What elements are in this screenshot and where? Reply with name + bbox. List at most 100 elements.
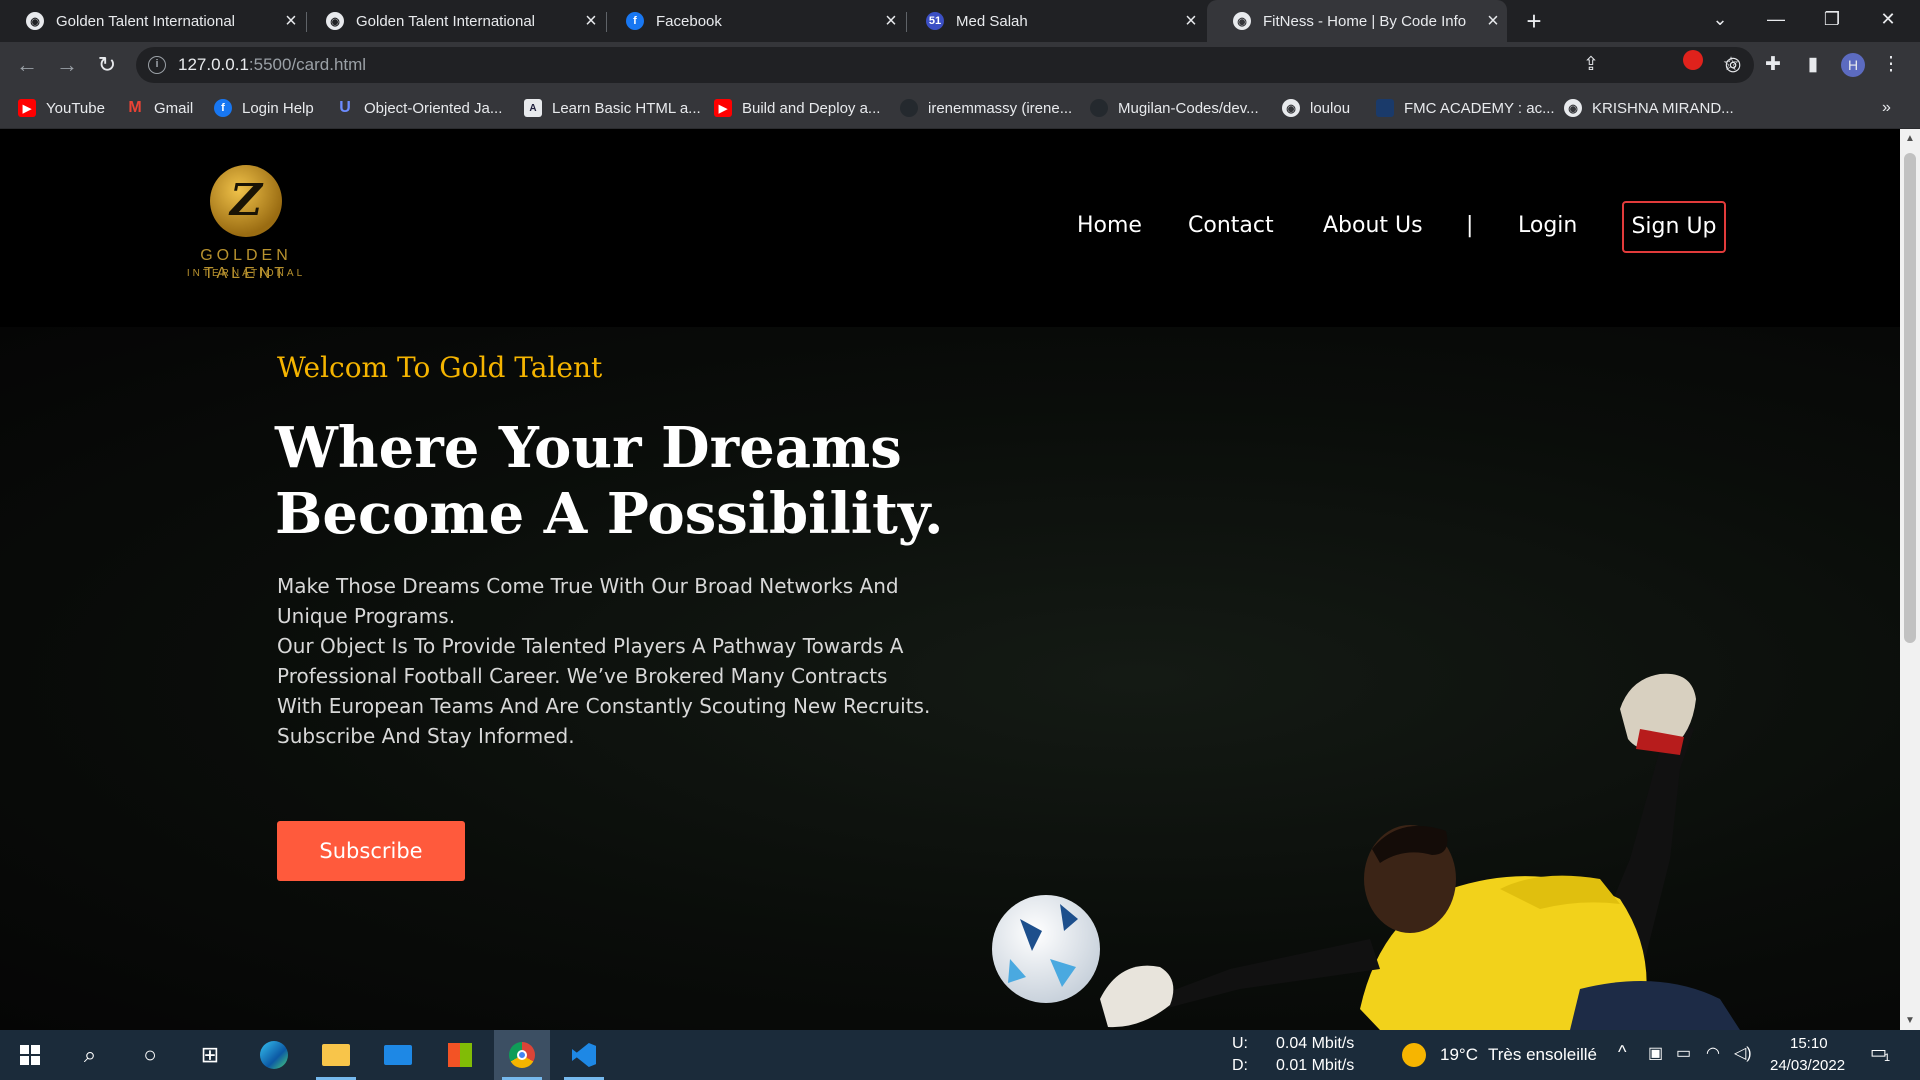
minimize-button[interactable]: — — [1748, 0, 1804, 38]
network-up-value: 0.04 Mbit/s — [1276, 1035, 1355, 1052]
scrollbar-thumb[interactable] — [1904, 153, 1916, 643]
headline-line-1: Where Your Dreams — [275, 415, 902, 481]
youtube-icon: ▶ — [18, 99, 36, 117]
nav-contact[interactable]: Contact — [1188, 213, 1274, 238]
bookmark-label: KRISHNA MIRAND... — [1592, 99, 1734, 117]
bookmark-item[interactable]: ▶ Build and Deploy a... — [714, 98, 880, 118]
weather-desc[interactable]: Très ensoleillé — [1488, 1045, 1597, 1065]
task-view-icon[interactable]: ⊞ — [182, 1030, 238, 1080]
edge-icon[interactable] — [246, 1030, 302, 1080]
show-hidden-icons-icon[interactable]: ^ — [1618, 1042, 1626, 1063]
tab-title: Facebook — [656, 12, 722, 30]
nav-about[interactable]: About Us — [1323, 213, 1423, 238]
code-icon: A — [524, 99, 542, 117]
goalkeeper-image — [992, 673, 1740, 1030]
globe-icon: ◉ — [1282, 99, 1300, 117]
weather-sun-icon[interactable] — [1402, 1043, 1426, 1072]
wifi-icon[interactable]: ◠ — [1706, 1043, 1720, 1063]
subscribe-button[interactable]: Subscribe — [277, 821, 465, 881]
address-bar[interactable]: i 127.0.0.1:5500/card.html ⇪ ☆ — [136, 47, 1754, 83]
record-extension-icon[interactable]: ◎ — [1718, 50, 1748, 80]
store-icon[interactable] — [432, 1030, 488, 1080]
browser-tab-active[interactable]: ◉ FitNess - Home | By Code Info × — [1207, 0, 1507, 42]
globe-icon: ◉ — [26, 12, 44, 30]
clock-time[interactable]: 15:10 — [1790, 1035, 1828, 1052]
site-info-icon[interactable]: i — [148, 56, 166, 74]
volume-icon[interactable]: ◁) — [1734, 1043, 1752, 1063]
extensions-puzzle-icon[interactable]: ✚ — [1758, 50, 1788, 80]
bookmark-item[interactable]: M Gmail — [126, 98, 193, 118]
hero-welcome: Welcom To Gold Talent — [277, 351, 603, 384]
udemy-icon: U — [339, 99, 351, 116]
globe-icon: ◉ — [1233, 12, 1251, 30]
hero-paragraph-1: Make Those Dreams Come True With Our Bro… — [277, 574, 899, 628]
share-icon[interactable]: ⇪ — [1576, 50, 1606, 80]
nav-home[interactable]: Home — [1077, 213, 1142, 238]
windows-taskbar: ⌕ ○ ⊞ U: 0.04 Mbit/s D: 0.01 Mbit/s 19°C… — [0, 1030, 1920, 1080]
reload-button[interactable]: ↻ — [92, 50, 122, 80]
network-down-label: D: — [1232, 1057, 1248, 1074]
hero-headline: Where Your Dreams Become A Possibility. — [275, 415, 943, 547]
tab-search-icon[interactable]: ⌄ — [1692, 0, 1748, 38]
search-icon[interactable]: ⌕ — [62, 1030, 118, 1080]
weather-temp[interactable]: 19°C — [1440, 1045, 1478, 1065]
browser-toolbar: ← → ↻ i 127.0.0.1:5500/card.html ⇪ ☆ ◎ ✚… — [0, 42, 1920, 88]
bookmark-label: Build and Deploy a... — [742, 99, 881, 117]
mail-icon[interactable] — [370, 1030, 426, 1080]
back-button[interactable]: ← — [12, 50, 42, 80]
bookmark-label: Login Help — [242, 99, 314, 117]
chrome-icon[interactable] — [494, 1030, 550, 1080]
nav-login[interactable]: Login — [1518, 213, 1577, 238]
vscode-icon[interactable] — [556, 1030, 612, 1080]
bookmark-item[interactable]: A Learn Basic HTML a... — [524, 98, 701, 118]
close-tab-icon[interactable]: × — [1479, 10, 1507, 33]
scroll-up-arrow[interactable]: ▲ — [1900, 133, 1920, 144]
cortana-icon[interactable]: ○ — [122, 1030, 178, 1080]
more-bookmarks-icon[interactable]: » — [1882, 98, 1891, 118]
bookmark-item[interactable]: ◉ KRISHNA MIRAND... — [1564, 98, 1734, 118]
new-tab-button[interactable]: + — [1518, 4, 1550, 38]
forward-button[interactable]: → — [52, 50, 82, 80]
url-text: 127.0.0.1:5500/card.html — [178, 55, 366, 75]
headline-line-2: Become A Possibility. — [275, 481, 944, 547]
tab-title: Med Salah — [956, 12, 1028, 30]
hero-paragraph-3: Subscribe And Stay Informed. — [277, 724, 575, 748]
bookmark-item[interactable]: Mugilan-Codes/dev... — [1090, 98, 1259, 118]
bookmark-item[interactable]: U Object-Oriented Ja... — [336, 98, 502, 118]
browser-tab[interactable]: f Facebook × — [600, 0, 905, 42]
browser-tab[interactable]: ◉ Golden Talent International × — [0, 0, 305, 42]
bookmark-item[interactable]: f Login Help — [214, 98, 314, 118]
bookmark-label: FMC ACADEMY : ac... — [1404, 99, 1555, 117]
browser-tab[interactable]: 51 Med Salah × — [900, 0, 1205, 42]
restore-button[interactable]: ❐ — [1804, 0, 1860, 38]
bookmark-item[interactable]: ◉ loulou — [1282, 98, 1350, 118]
bookmark-item[interactable]: irenemmassy (irene... — [900, 98, 1072, 118]
bookmark-item[interactable]: ▶ YouTube — [18, 98, 105, 118]
facebook-icon: f — [214, 99, 232, 117]
browser-tab[interactable]: ◉ Golden Talent International × — [300, 0, 605, 42]
site-logo[interactable]: Z GOLDEN TALENT INTERNATIONAL — [158, 165, 338, 285]
page-scrollbar[interactable]: ▲ ▼ — [1900, 129, 1920, 1030]
gmail-icon: M — [128, 99, 142, 116]
bookmark-label: irenemmassy (irene... — [928, 99, 1073, 117]
github-icon — [1090, 99, 1108, 117]
scroll-down-arrow[interactable]: ▼ — [1900, 1015, 1920, 1026]
tab-strip: ◉ Golden Talent International × ◉ Golden… — [0, 0, 1920, 42]
close-window-button[interactable]: ✕ — [1860, 0, 1916, 38]
sign-up-button[interactable]: Sign Up — [1622, 201, 1726, 253]
bookmark-item[interactable]: FMC ACADEMY : ac... — [1376, 98, 1555, 118]
side-panel-icon[interactable]: ▮ — [1798, 50, 1828, 80]
menu-kebab-icon[interactable]: ⋮ — [1876, 50, 1906, 80]
tab-title: FitNess - Home | By Code Info — [1263, 12, 1467, 30]
close-tab-icon[interactable]: × — [1177, 10, 1205, 33]
clock-date[interactable]: 24/03/2022 — [1770, 1057, 1845, 1074]
start-windows-icon[interactable] — [2, 1030, 58, 1080]
bookmark-label: Mugilan-Codes/dev... — [1118, 99, 1259, 117]
github-icon — [900, 99, 918, 117]
site-icon — [1376, 99, 1394, 117]
file-explorer-icon[interactable] — [308, 1030, 364, 1080]
battery-icon[interactable]: ▭ — [1676, 1043, 1691, 1063]
meet-now-icon[interactable]: ▣ — [1648, 1043, 1663, 1063]
adblock-extension-icon[interactable] — [1678, 50, 1708, 80]
profile-avatar[interactable]: H — [1838, 50, 1868, 80]
